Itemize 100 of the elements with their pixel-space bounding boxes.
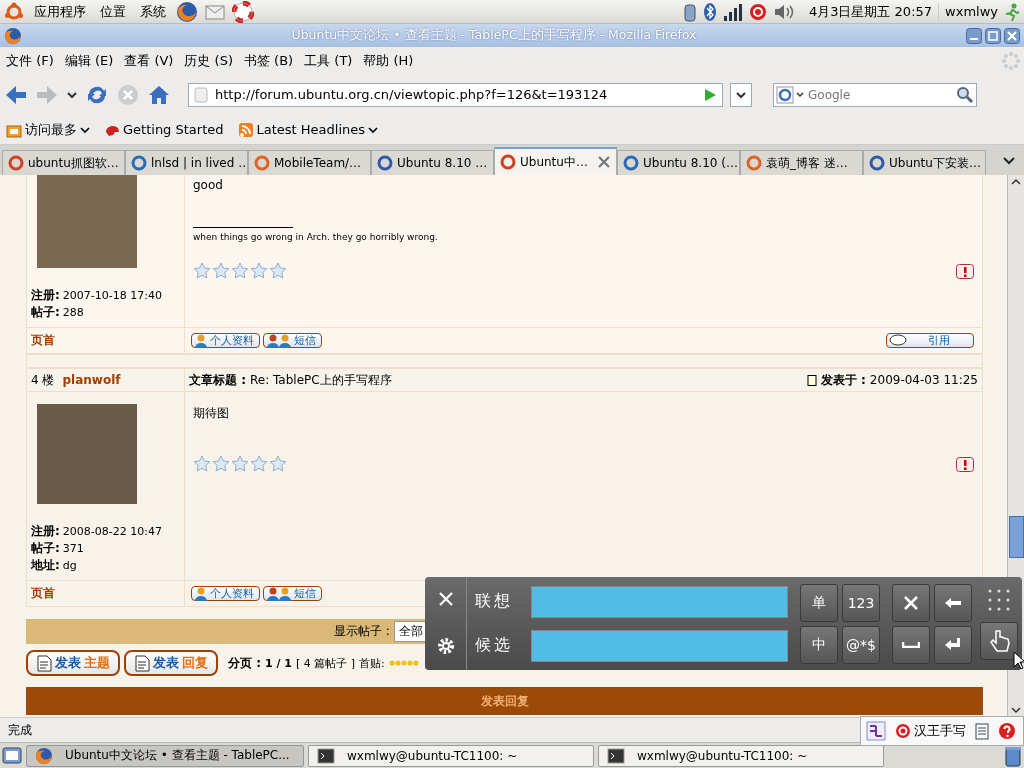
browser-tab[interactable]: MobileTeam/… xyxy=(248,150,371,175)
display-select[interactable]: 全部 xyxy=(393,621,428,642)
menu-item[interactable]: 书签 (B) xyxy=(241,49,301,72)
post-date: 2009-04-03 11:25 xyxy=(869,373,978,387)
running-person-icon[interactable] xyxy=(1004,2,1020,21)
star-icon xyxy=(212,262,230,279)
subject-label: 文章标题 : xyxy=(189,371,246,389)
maximize-icon[interactable] xyxy=(985,27,1001,44)
dropdown-caret-icon[interactable] xyxy=(730,82,752,107)
search-bar[interactable]: Google xyxy=(773,82,977,107)
keypad-grid-icon[interactable] xyxy=(987,587,1011,612)
menu-item[interactable]: 工具 (T) xyxy=(302,49,360,72)
pointer-mode-button[interactable] xyxy=(980,621,1018,660)
browser-tab[interactable]: Ubuntu中… xyxy=(494,147,617,175)
close-icon[interactable] xyxy=(1004,27,1020,44)
lifebuoy-icon[interactable] xyxy=(232,0,254,23)
info-value: 288 xyxy=(62,306,84,319)
taskbar-button[interactable]: wxmlwy@ubuntu-TC1100: ~ xyxy=(598,744,884,767)
firefox-icon[interactable] xyxy=(176,0,198,23)
message-button[interactable]: 短信 xyxy=(263,333,322,348)
profile-button[interactable]: 个人资料 xyxy=(191,333,260,348)
minimize-icon[interactable] xyxy=(966,27,982,44)
message-button[interactable]: 短信 xyxy=(263,586,322,601)
keyboard-key[interactable]: 单 xyxy=(800,583,838,622)
post-reply-button[interactable]: 发表 回复 xyxy=(124,650,218,676)
circle-logo-icon[interactable] xyxy=(748,2,767,21)
info-label: 帖子: xyxy=(31,305,60,319)
report-icon[interactable] xyxy=(956,264,974,279)
top-link[interactable]: 页首 xyxy=(31,332,55,349)
post-body: 期待图 xyxy=(193,405,230,422)
small-stars-icon xyxy=(388,659,419,667)
browser-tab[interactable]: ubuntu抓图软… xyxy=(2,150,125,175)
star-icon xyxy=(269,455,287,472)
go-arrow-icon[interactable] xyxy=(702,86,718,103)
panel-menu[interactable]: 位置 xyxy=(96,2,130,21)
info-label: 帖子: xyxy=(31,541,60,555)
keyboard-key[interactable] xyxy=(934,583,972,622)
keyboard-key[interactable]: @*$ xyxy=(842,625,880,664)
terminal-icon xyxy=(317,746,335,765)
profile-button[interactable]: 个人资料 xyxy=(191,586,260,601)
browser-tab[interactable]: Ubuntu 8.10 (… xyxy=(617,150,740,175)
show-desktop-icon[interactable] xyxy=(2,745,22,766)
new-topic-button[interactable]: 发表 主题 xyxy=(26,650,120,676)
quote-button[interactable]: 引用 xyxy=(886,333,974,348)
scroll-thumb[interactable] xyxy=(1008,516,1024,558)
floor-number: 4 楼 xyxy=(31,371,55,389)
clock[interactable]: 4月3日星期五 20:57 xyxy=(802,2,940,21)
browser-tab[interactable]: Ubuntu下安装… xyxy=(863,150,986,175)
clipboard-icon[interactable] xyxy=(974,722,990,740)
posted-label: 发表于 : xyxy=(820,371,866,389)
panel-menu[interactable]: 应用程序 xyxy=(30,2,90,21)
search-icon[interactable] xyxy=(956,85,974,104)
bookmark-item[interactable]: Getting Started xyxy=(104,121,224,138)
handwriting-mode-button[interactable]: 汉王手写 xyxy=(895,722,966,740)
site-icon xyxy=(623,155,639,171)
status-text: 完成 xyxy=(8,721,32,739)
keyboard-key[interactable]: 中 xyxy=(800,625,838,664)
candidate-field[interactable] xyxy=(531,629,788,662)
help-icon[interactable] xyxy=(998,722,1016,740)
taskbar-button[interactable]: Ubuntu中文论坛 • 查看主题 - TablePC... xyxy=(26,744,304,767)
signal-bars-icon[interactable] xyxy=(722,2,743,21)
taskbar-button[interactable]: wxmlwy@ubuntu-TC1100: ~ xyxy=(308,744,594,767)
browser-tab[interactable]: Ubuntu 8.10 … xyxy=(371,150,494,175)
browser-tab[interactable]: 袁萌_博客 迷… xyxy=(740,150,863,175)
row-label: 联想 xyxy=(475,591,514,612)
keyboard-key[interactable]: 123 xyxy=(842,583,880,622)
document-icon xyxy=(134,654,150,672)
post-count: [ 4 篇帖子 ] xyxy=(295,655,356,671)
signature: when things go wrong in Arch. they go horribly wrong. xyxy=(193,231,439,244)
trash-icon[interactable] xyxy=(1004,744,1022,767)
menu-item[interactable]: 编辑 (E) xyxy=(62,49,121,72)
bookmark-item[interactable]: Latest Headlines xyxy=(237,121,379,138)
author-link[interactable]: planwolf xyxy=(62,373,121,387)
top-link[interactable]: 页首 xyxy=(31,585,55,602)
address-field[interactable]: http://forum.ubuntu.org.cn/viewtopic.php?f=126&t=193124 xyxy=(188,82,723,107)
site-icon xyxy=(500,154,516,170)
menu-item[interactable]: 查看 (V) xyxy=(122,49,181,72)
candidate-field[interactable] xyxy=(531,585,788,618)
caret-icon xyxy=(368,124,379,135)
bookmark-item[interactable]: 访问最多 xyxy=(6,120,90,139)
close-icon[interactable] xyxy=(597,155,611,169)
keyboard-key[interactable] xyxy=(934,625,972,664)
keyboard-key[interactable] xyxy=(892,625,930,664)
menu-item[interactable]: 文件 (F) xyxy=(4,49,61,72)
window-title: Ubuntu中文论坛 • 查看主题 - TablePC上的手写程序 - Mozilla Firefox xyxy=(290,27,698,44)
panel-menu[interactable]: 系统 xyxy=(136,2,170,21)
browser-tab[interactable]: lnlsd | in lived … xyxy=(125,150,248,175)
keyboard-key[interactable] xyxy=(892,583,930,622)
settings-icon[interactable] xyxy=(435,635,456,656)
menu-item[interactable]: 历史 (S) xyxy=(182,49,240,72)
menu-item[interactable]: 帮助 (H) xyxy=(361,49,421,72)
ubuntu-logo-icon[interactable] xyxy=(4,1,24,22)
document-icon xyxy=(36,654,52,672)
user-name[interactable]: wxmlwy xyxy=(945,4,998,19)
report-icon[interactable] xyxy=(956,457,974,472)
post-body: good xyxy=(193,178,224,192)
site-icon xyxy=(8,155,24,171)
info-value: dg xyxy=(62,559,77,572)
battery-icon[interactable] xyxy=(682,1,697,22)
bluetooth-icon[interactable] xyxy=(702,1,717,22)
